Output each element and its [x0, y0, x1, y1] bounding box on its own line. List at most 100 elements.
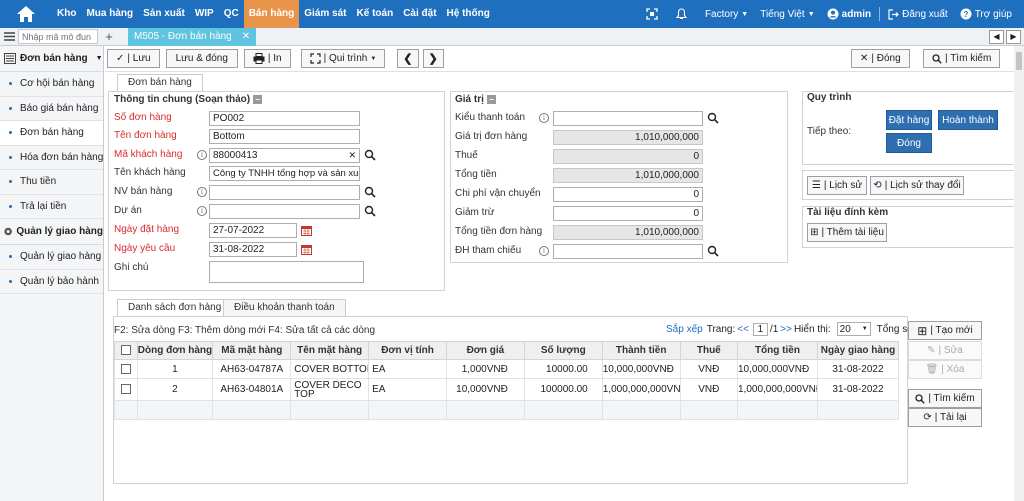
sidebar-item-hoa-don[interactable]: Hóa đơn bán hàng [0, 146, 103, 170]
payment-type-input[interactable] [553, 111, 703, 126]
add-attachment-button[interactable]: ⊞ | Thêm tài liệu [807, 223, 887, 242]
col-total[interactable]: Tổng tiền [737, 341, 818, 360]
clear-icon[interactable]: ✕ [348, 149, 356, 162]
add-tab-icon[interactable]: + [98, 29, 120, 44]
sidebar-item-thu-tien[interactable]: Thu tiền [0, 170, 103, 195]
sidebar-item-don-ban-hang[interactable]: Đơn bán hàng [0, 121, 103, 146]
vertical-scrollbar[interactable] [1014, 46, 1024, 501]
col-line[interactable]: Dòng đơn hàng [136, 341, 214, 360]
history-button[interactable]: ☰ | Lịch sử [807, 176, 867, 195]
search-icon[interactable] [364, 205, 376, 217]
select-all-checkbox[interactable] [120, 345, 131, 356]
print-button[interactable]: | In [243, 49, 291, 68]
order-name-input[interactable]: Bottom [209, 129, 360, 144]
help-link[interactable]: ? Trợ giúp [954, 8, 1018, 20]
sidebar-group-quan-ly-giao-hang[interactable]: Quản lý giao hàng [0, 219, 103, 245]
col-delivery-date[interactable]: Ngày giao hàng [816, 341, 900, 360]
menu-ke-toan[interactable]: Kế toán [352, 0, 399, 28]
sidebar-group-don-ban-hang[interactable]: Đơn bán hàng ▼ [0, 46, 103, 72]
workflow-dropdown[interactable]: | Qui trình ▼ [300, 49, 386, 68]
bell-icon[interactable] [664, 8, 699, 20]
col-amount[interactable]: Thành tiền [601, 341, 681, 360]
delete-row-button[interactable]: 🗑 | Xóa [908, 360, 982, 379]
tab-m505[interactable]: M505 - Đơn bán hàng ✕ [128, 27, 257, 46]
close-form-button[interactable]: ✕ | Đóng [851, 49, 910, 68]
search-icon[interactable] [364, 186, 376, 198]
module-search-input[interactable] [18, 29, 98, 44]
save-button[interactable]: ✓ | Lưu [107, 49, 160, 68]
logout-link[interactable]: Đăng xuất [882, 9, 954, 20]
tab-don-ban-hang[interactable]: Đơn bán hàng [117, 74, 203, 91]
page-size-select[interactable]: 20 ▼ [836, 322, 871, 336]
collapse-icon[interactable]: − [486, 95, 496, 104]
first-page-link[interactable]: << [737, 324, 749, 335]
table-row[interactable]: 2 AH63-04801A COVER DECO TOP EA 10,000VN… [114, 378, 900, 401]
sidebar-item-quan-ly-giao-hang[interactable]: Quản lý giao hàng [0, 245, 103, 270]
info-icon[interactable]: i [539, 246, 549, 256]
menu-wip[interactable]: WIP [190, 0, 219, 28]
menu-ban-hang[interactable]: Bán hàng [243, 0, 300, 28]
note-textarea[interactable] [209, 261, 364, 283]
user-menu[interactable]: admin [821, 8, 877, 20]
close-workflow-button[interactable]: Đóng [886, 133, 932, 153]
project-input[interactable] [209, 204, 360, 219]
close-icon[interactable]: ✕ [242, 28, 250, 46]
search-button[interactable]: | Tìm kiếm [923, 49, 1001, 68]
info-icon[interactable]: i [539, 113, 549, 123]
customer-code-input[interactable]: 88000413 ✕ [209, 148, 360, 163]
info-icon[interactable]: i [197, 150, 207, 160]
sort-link[interactable]: Sắp xếp [666, 324, 703, 335]
create-row-button[interactable]: ⊞ | Tạo mới [908, 321, 982, 340]
qr-scan-icon[interactable] [640, 8, 664, 20]
menu-qc[interactable]: QC [219, 0, 244, 28]
home-icon[interactable] [0, 0, 52, 28]
sidebar-item-tra-lai-tien[interactable]: Trả lại tiền [0, 195, 103, 219]
complete-button[interactable]: Hoàn thành [938, 110, 998, 130]
edit-row-button[interactable]: ✎ | Sửa [908, 341, 982, 360]
sidebar-item-co-hoi[interactable]: Cơ hội bán hàng [0, 72, 103, 97]
search-icon[interactable] [707, 245, 719, 257]
next-record-button[interactable]: ❯ [422, 49, 444, 68]
reload-button[interactable]: ⟳ | Tải lại [908, 408, 982, 427]
menu-cai-dat[interactable]: Cài đặt [398, 0, 441, 28]
change-history-button[interactable]: ⟲ | Lịch sử thay đổi [870, 176, 964, 195]
menu-mua-hang[interactable]: Mua hàng [81, 0, 138, 28]
table-row-empty[interactable] [114, 400, 900, 420]
col-tax[interactable]: Thuế [679, 341, 739, 360]
grid-search-button[interactable]: | Tìm kiếm [908, 389, 982, 408]
col-qty[interactable]: Số lượng [523, 341, 603, 360]
table-row[interactable]: 1 AH63-04787A COVER BOTTOM EA 1,000VNĐ 1… [114, 359, 900, 379]
search-icon[interactable] [707, 112, 719, 124]
menu-he-thong[interactable]: Hệ thống [442, 0, 495, 28]
hamburger-icon[interactable] [0, 28, 18, 46]
prev-record-button[interactable]: ❮ [397, 49, 419, 68]
tab-prev-icon[interactable]: ◀ [989, 29, 1004, 44]
page-input[interactable]: 1 [752, 322, 768, 336]
sidebar-item-quan-ly-bao-hanh[interactable]: Quản lý bảo hành [0, 270, 103, 294]
info-icon[interactable]: i [197, 206, 207, 216]
save-close-button[interactable]: Lưu & đóng [165, 49, 238, 68]
shipping-input[interactable]: 0 [553, 187, 703, 202]
tab-order-lines[interactable]: Danh sách đơn hàng [117, 299, 233, 316]
order-no-input[interactable]: PO002 [209, 111, 360, 126]
calendar-icon[interactable] [301, 225, 312, 236]
col-unit[interactable]: Đơn vị tính [368, 341, 447, 360]
customer-name-input[interactable]: Công ty TNHH tổng hợp và sản xuất g [209, 166, 360, 181]
col-item-name[interactable]: Tên mặt hàng [290, 341, 370, 360]
tab-payment-terms[interactable]: Điều khoản thanh toán [223, 299, 346, 316]
menu-giam-sat[interactable]: Giám sát [299, 0, 351, 28]
col-item-code[interactable]: Mã mặt hàng [212, 341, 292, 360]
sidebar-item-bao-gia[interactable]: Báo giá bán hàng [0, 97, 103, 121]
ref-order-input[interactable] [553, 244, 703, 259]
place-order-button[interactable]: Đặt hàng [886, 110, 932, 130]
discount-input[interactable]: 0 [553, 206, 703, 221]
order-date-input[interactable]: 27-07-2022 [209, 223, 297, 238]
search-icon[interactable] [364, 149, 376, 161]
collapse-icon[interactable]: − [253, 95, 263, 104]
row-checkbox[interactable] [120, 363, 131, 374]
info-icon[interactable]: i [197, 187, 207, 197]
row-checkbox[interactable] [120, 384, 131, 395]
col-price[interactable]: Đơn giá [445, 341, 525, 360]
next-page-link[interactable]: >> [780, 324, 792, 335]
menu-san-xuat[interactable]: Sản xuất [138, 0, 190, 28]
